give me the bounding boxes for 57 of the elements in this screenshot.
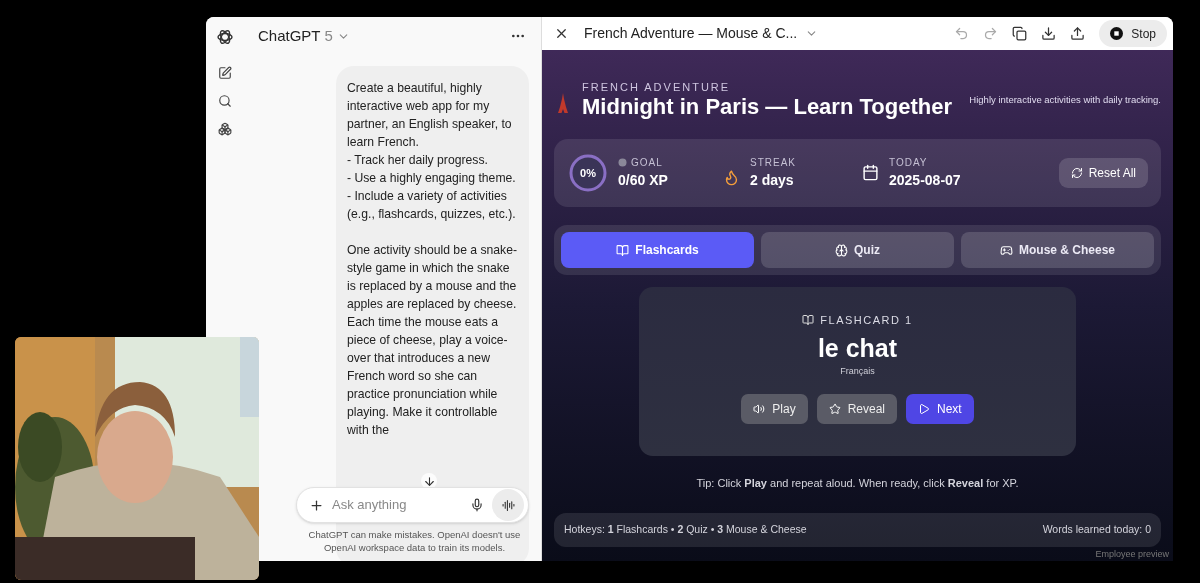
- stat-label: GOAL: [631, 156, 663, 170]
- book-icon: [616, 243, 630, 257]
- goal-icon: [618, 158, 627, 167]
- preview-label: Employee preview: [1095, 547, 1169, 561]
- flashcard-language: Français: [840, 364, 875, 378]
- message-input[interactable]: Ask anything: [332, 495, 462, 515]
- flashcard-label: FLASHCARD 1: [820, 313, 913, 328]
- progress-percent: 0%: [579, 165, 597, 181]
- stat-value: 2 days: [750, 171, 795, 190]
- star-icon: [828, 403, 841, 415]
- download-icon[interactable]: [1041, 26, 1057, 41]
- flame-icon: [723, 168, 740, 186]
- voice-button[interactable]: [492, 489, 524, 521]
- mic-icon[interactable]: [470, 498, 484, 512]
- disclaimer: ChatGPT can make mistakes. OpenAI doesn't use OpenAI workspace data to train its models.: [307, 528, 522, 554]
- flashcard-button[interactable]: Reveal: [816, 394, 897, 424]
- tab[interactable]: Quiz: [761, 232, 954, 268]
- canvas-title: French Adventure — Mouse & C...: [584, 24, 798, 43]
- stat-label: TODAY: [889, 156, 929, 170]
- play-icon: [918, 403, 930, 415]
- logo-icon[interactable]: [215, 28, 234, 46]
- search-icon[interactable]: [217, 94, 232, 108]
- flashcard-button[interactable]: Next: [906, 394, 974, 424]
- calendar-icon: [862, 163, 879, 181]
- share-icon[interactable]: [1070, 26, 1086, 41]
- tagline: Highly interactive activities with daily tracking.: [969, 92, 1161, 107]
- composer-field[interactable]: Ask anything: [296, 487, 529, 523]
- audio-wave-icon: [501, 498, 515, 512]
- words-learned: Words learned today: 0: [1042, 521, 1151, 537]
- eyebrow-label: FRENCH ADVENTURE: [582, 81, 732, 93]
- new-chat-icon[interactable]: [217, 66, 232, 80]
- tab[interactable]: Mouse & Cheese: [961, 232, 1154, 268]
- blocks-icon[interactable]: [217, 122, 232, 136]
- stat-value: 2025-08-07: [889, 171, 961, 190]
- tab[interactable]: Flashcards: [561, 232, 754, 268]
- stat-label: STREAK: [750, 156, 797, 170]
- close-icon[interactable]: [554, 26, 569, 41]
- tip-text: Tip: Click Play and repeat aloud. When ready, click Reveal for XP.: [695, 476, 1020, 491]
- copy-icon[interactable]: [1012, 26, 1028, 41]
- plus-icon[interactable]: [309, 497, 324, 513]
- user-message: Create a beautiful, highly interactive web app for my partner, an English speaker, to learn French. - Track her daily progress. - Use a highly engaging theme. - Include a variety of activities (e.g., flashcards, quizzes, etc.). One activity should be a snake-style game in which the snake is replaced by a mouse and the apples are replaced by cheese. Each time the mouse eats a piece of cheese, play a voice-over that introduces a new French word so she can practice pronunciation while playing. Make it controllable with the: [347, 80, 518, 439]
- brain-icon: [835, 243, 848, 257]
- hotkeys-text: Hotkeys: 1 Flashcards • 2 Quiz • 3 Mouse & Cheese: [564, 521, 807, 537]
- refresh-icon: [1070, 167, 1083, 179]
- stop-icon: [1110, 27, 1124, 40]
- flashcard-button[interactable]: Play: [741, 394, 808, 424]
- tower-icon: [558, 93, 568, 113]
- speaker-icon: [753, 403, 766, 415]
- flashcard-word: le chat: [817, 332, 898, 364]
- reset-button[interactable]: Reset All: [1058, 158, 1148, 188]
- gamepad-icon: [1000, 243, 1013, 257]
- stat-value: 0/60 XP: [618, 171, 669, 190]
- arrow-down-icon: [422, 474, 436, 488]
- stop-button[interactable]: Stop: [1099, 20, 1167, 47]
- model-selector[interactable]: ChatGPT 5: [258, 24, 350, 48]
- book-icon: [802, 314, 815, 327]
- app-title: Midnight in Paris — Learn Together: [582, 93, 952, 121]
